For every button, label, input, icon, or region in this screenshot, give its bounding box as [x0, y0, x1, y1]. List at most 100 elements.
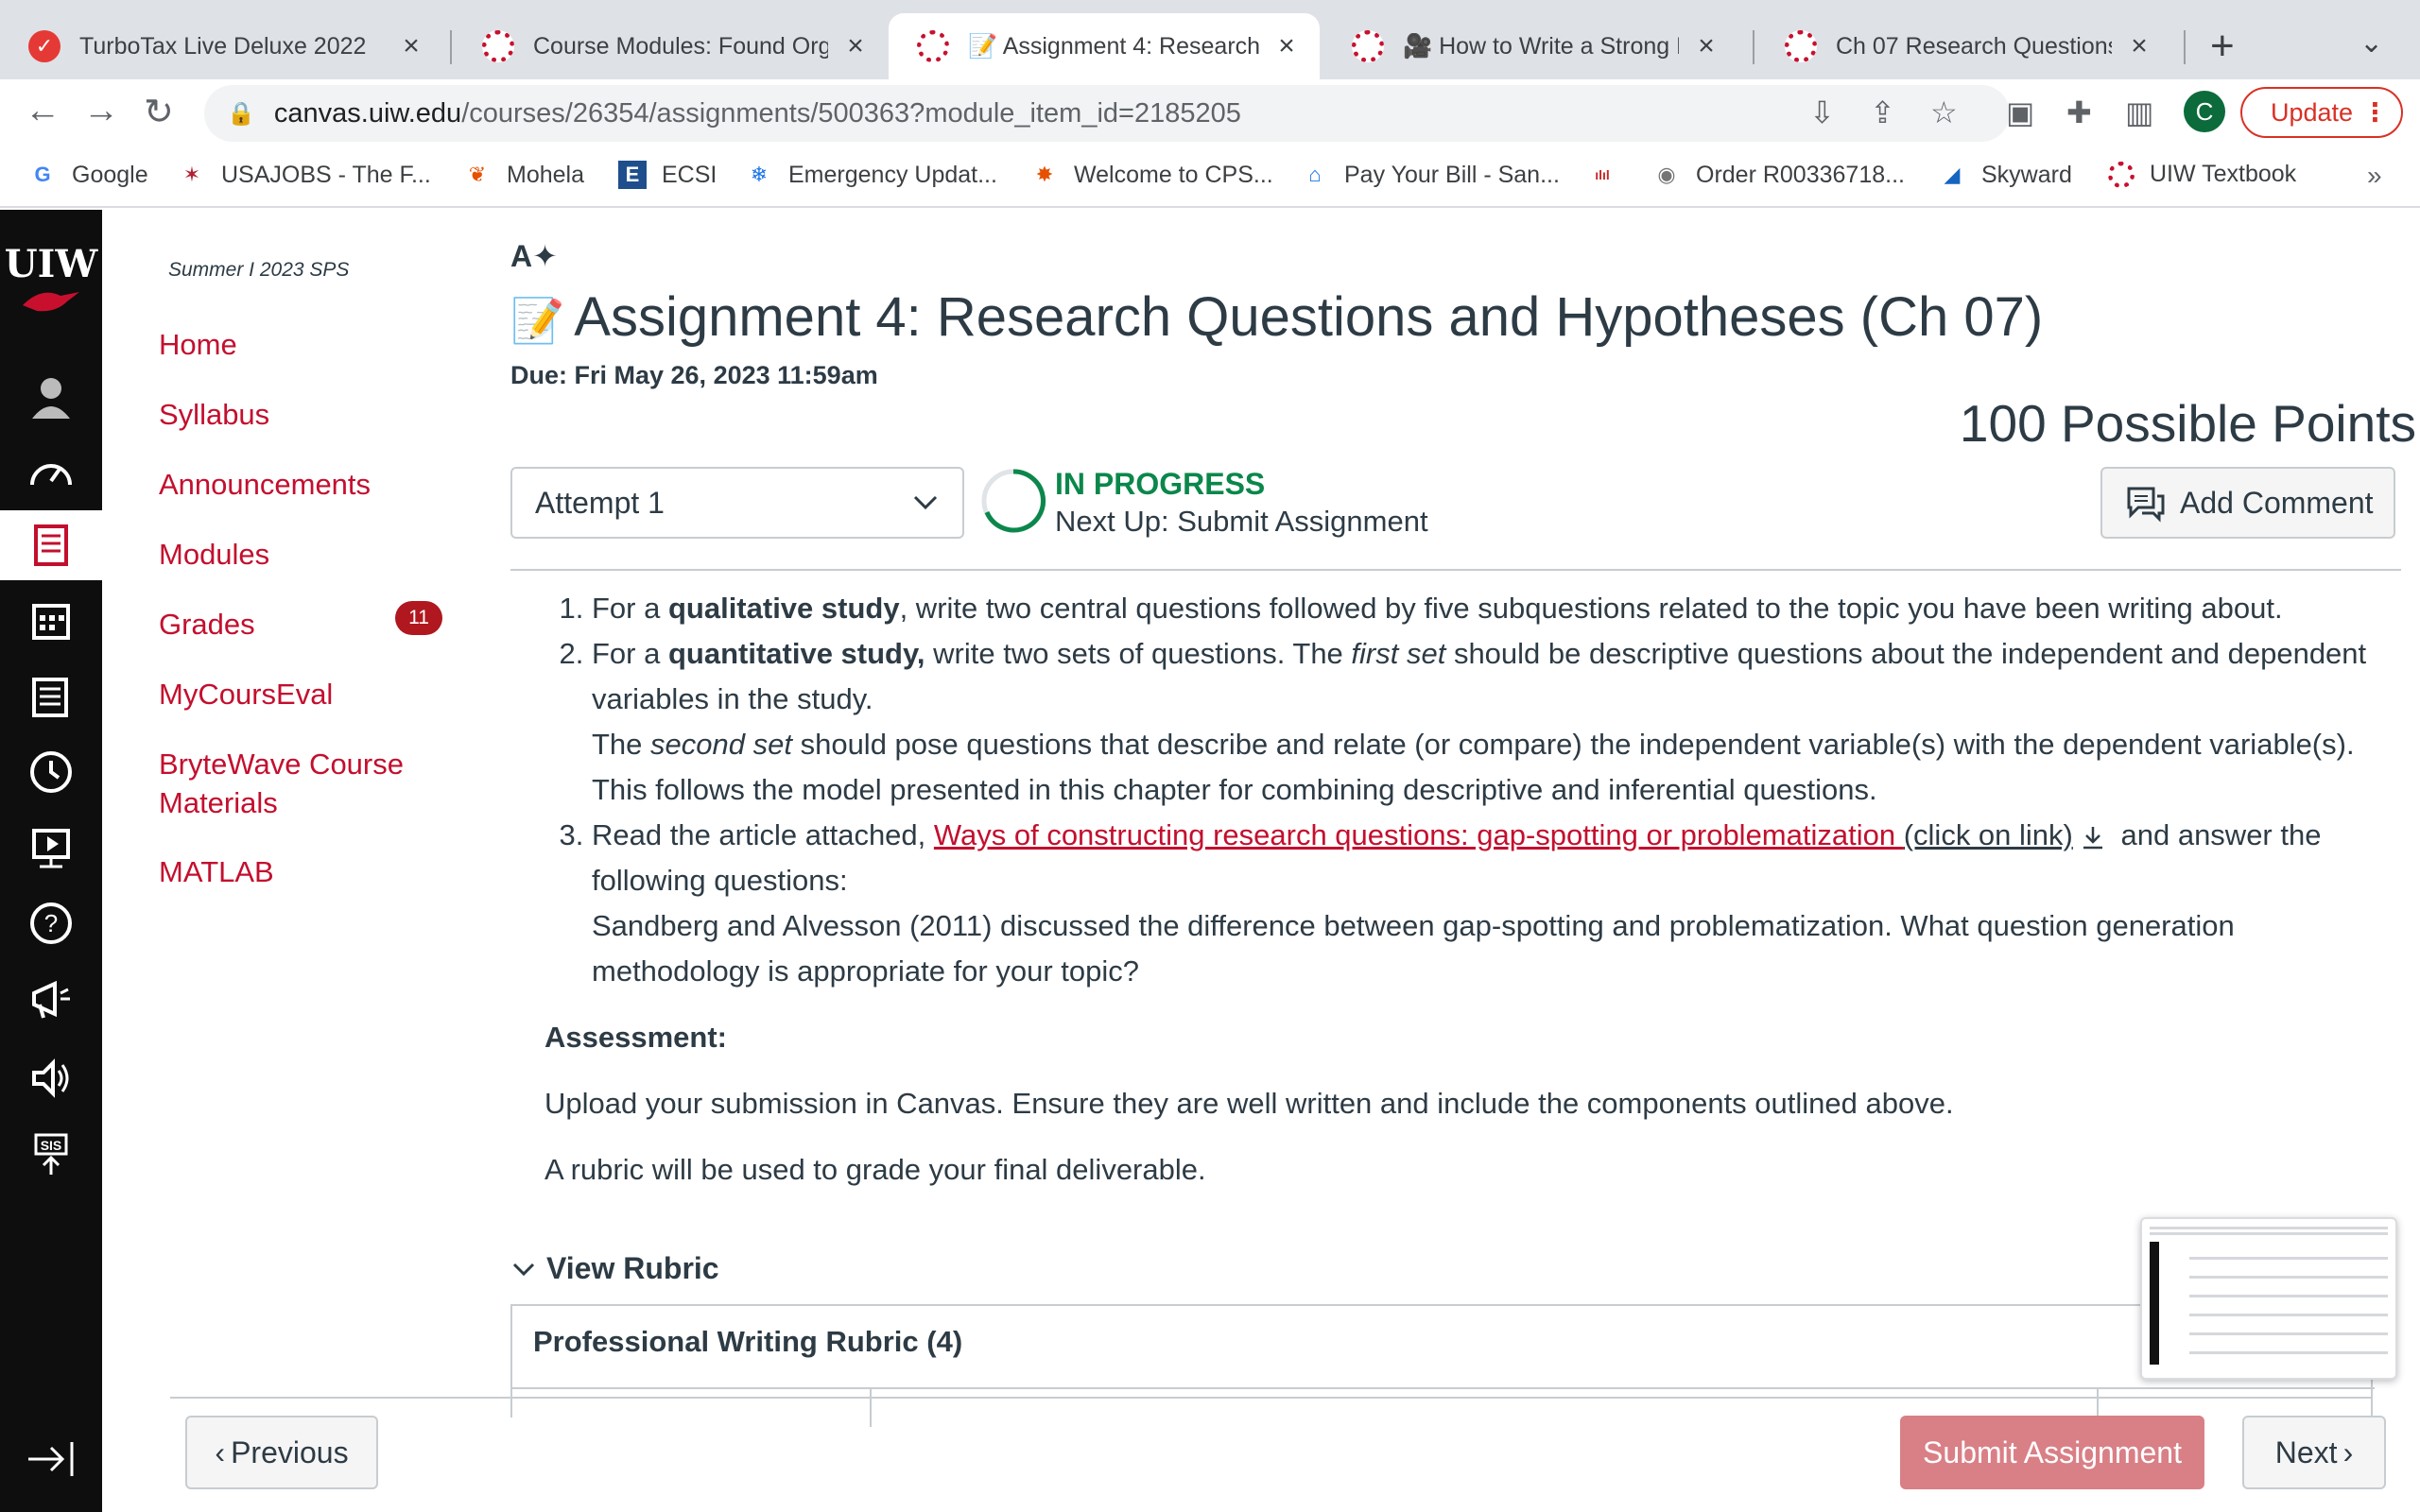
- download-icon[interactable]: [2079, 823, 2107, 851]
- tab-separator: [1753, 30, 1754, 64]
- history-clock-icon[interactable]: [0, 737, 102, 807]
- attempt-select[interactable]: Attempt 1: [510, 467, 964, 539]
- close-icon[interactable]: ×: [1272, 30, 1301, 62]
- courses-icon[interactable]: [0, 510, 102, 580]
- course-nav-announcements[interactable]: Announcements: [159, 465, 371, 504]
- browser-tab-active[interactable]: 📝 Assignment 4: Research C ×: [889, 13, 1320, 79]
- bookmark-star-icon[interactable]: ☆: [1930, 94, 1958, 130]
- thumbnail-line: [2189, 1332, 2388, 1335]
- chevron-down-icon[interactable]: ⌄: [2360, 26, 2383, 60]
- term-label: Summer I 2023 SPS: [168, 259, 350, 281]
- chevron-right-icon[interactable]: »: [2367, 161, 2382, 191]
- turbotax-check-icon: ✓: [28, 30, 60, 62]
- submit-assignment-button[interactable]: Submit Assignment: [1900, 1416, 2204, 1489]
- uiw-canvas-icon: [917, 30, 949, 62]
- back-icon[interactable]: ←: [25, 91, 60, 131]
- browser-tab[interactable]: Course Modules: Found Org F ×: [454, 13, 889, 79]
- inbox-icon[interactable]: [0, 662, 102, 731]
- bookmark-item[interactable]: ✸ Welcome to CPS...: [1030, 161, 1273, 189]
- bookmark-item[interactable]: E ECSI: [618, 161, 717, 189]
- course-nav-home[interactable]: Home: [159, 325, 237, 364]
- course-nav-matlab[interactable]: MATLAB: [159, 852, 274, 891]
- course-nav-mycourseval[interactable]: MyCoursEval: [159, 675, 333, 713]
- bookmark-item[interactable]: UIW Textbook: [2108, 161, 2296, 188]
- course-nav-grades[interactable]: Grades: [159, 605, 255, 644]
- bookmark-item[interactable]: G Google: [28, 161, 147, 189]
- bookmark-item[interactable]: ❄ Emergency Updat...: [745, 161, 997, 189]
- chevron-right-icon: ›: [2342, 1435, 2354, 1469]
- puzzle-icon[interactable]: ✚: [2066, 94, 2092, 130]
- browser-tab[interactable]: ✓ TurboTax Live Deluxe 2022 ×: [0, 13, 444, 79]
- uiw-canvas-icon: [2108, 161, 2135, 188]
- page-title: 📝 Assignment 4: Research Questions and Hy…: [510, 285, 2043, 349]
- sis-import-icon[interactable]: SIS: [0, 1119, 102, 1189]
- reload-icon[interactable]: ↻: [144, 91, 174, 133]
- share-icon[interactable]: ⇪: [1870, 94, 1895, 130]
- bookmark-label: UIW Textbook: [2150, 161, 2297, 187]
- assignment-description: For a qualitative study, write two centr…: [510, 586, 2401, 1193]
- instruction-item: For a qualitative study, write two centr…: [592, 586, 2401, 631]
- megaphone-icon[interactable]: [0, 964, 102, 1034]
- url-path: /courses/26354/assignments/500363?module…: [461, 97, 1241, 129]
- bookmark-label: ECSI: [662, 161, 717, 188]
- next-label: Next: [2274, 1435, 2338, 1469]
- account-icon[interactable]: [0, 361, 102, 431]
- immersive-reader-icon[interactable]: A✦: [510, 238, 558, 274]
- sidepanel-icon[interactable]: ▥: [2125, 94, 2153, 130]
- svg-text:?: ?: [44, 909, 58, 937]
- update-button[interactable]: Update ⋮: [2240, 87, 2403, 138]
- speaker-icon[interactable]: [0, 1043, 102, 1113]
- tab-title: Course Modules: Found Org F: [533, 32, 828, 60]
- forward-icon[interactable]: →: [83, 91, 119, 131]
- bookmark-label: Pay Your Bill - San...: [1344, 161, 1560, 188]
- uiw-logo[interactable]: UIW: [0, 242, 102, 315]
- bookmark-item[interactable]: ✶ USAJOBS - The F...: [178, 161, 431, 189]
- next-button[interactable]: Next ›: [2242, 1416, 2386, 1489]
- close-icon[interactable]: ×: [2125, 30, 2153, 62]
- instruction-item: Read the article attached, Ways of const…: [592, 813, 2401, 994]
- cisco-icon: ılıl: [1595, 167, 1610, 182]
- profile-avatar[interactable]: C: [2184, 91, 2225, 132]
- assignment-title-text: Assignment 4: Research Questions and Hyp…: [574, 286, 2044, 348]
- instruction-subparagraph: Sandberg and Alvesson (2011) discussed t…: [592, 909, 2235, 988]
- install-icon[interactable]: ⇩: [1809, 94, 1835, 130]
- add-comment-button[interactable]: Add Comment: [2100, 467, 2395, 539]
- browser-tab[interactable]: Ch 07 Research Questions ar ×: [1756, 13, 2172, 79]
- thumbnail-line: [2189, 1257, 2388, 1260]
- bookmark-item[interactable]: ◢ Skyward: [1938, 161, 2072, 189]
- screenshot-thumbnail[interactable]: [2140, 1217, 2397, 1380]
- course-nav-brytewave[interactable]: BryteWave Course Materials: [159, 745, 442, 822]
- previous-label: Previous: [231, 1435, 349, 1469]
- new-tab-icon[interactable]: +: [2210, 23, 2235, 70]
- attempt-value: Attempt 1: [535, 485, 665, 520]
- rubric-header-divider: [512, 1387, 2375, 1389]
- previous-button[interactable]: ‹ Previous: [185, 1416, 378, 1489]
- view-rubric-toggle[interactable]: View Rubric: [510, 1251, 719, 1286]
- bookmark-item[interactable]: ❦ Mohela: [463, 161, 584, 189]
- calendar-icon[interactable]: [0, 586, 102, 656]
- article-link[interactable]: Ways of constructing research questions:…: [934, 818, 1904, 851]
- commons-icon[interactable]: [0, 813, 102, 883]
- bookmark-item[interactable]: ılıl: [1588, 161, 1632, 189]
- collapse-nav-icon[interactable]: [26, 1440, 76, 1478]
- browser-tab[interactable]: 🎥 How to Write a Strong Hyp ×: [1323, 13, 1739, 79]
- logo-text: UIW: [4, 242, 98, 286]
- course-nav-syllabus[interactable]: Syllabus: [159, 395, 269, 434]
- svg-text:SIS: SIS: [41, 1138, 62, 1153]
- click-on-link[interactable]: (click on link): [1904, 818, 2073, 851]
- bookmark-item[interactable]: ⌂ Pay Your Bill - San...: [1301, 161, 1560, 189]
- cps-icon: ✸: [1035, 163, 1054, 186]
- close-icon[interactable]: ×: [1692, 30, 1720, 62]
- instructions-list: For a qualitative study, write two centr…: [592, 586, 2401, 994]
- course-nav-modules[interactable]: Modules: [159, 535, 269, 574]
- address-bar[interactable]: 🔒 canvas.uiw.edu/courses/26354/assignmen…: [204, 85, 2010, 142]
- view-rubric-label: View Rubric: [546, 1251, 719, 1285]
- dashboard-icon[interactable]: [0, 437, 102, 507]
- extension-icon[interactable]: ▣: [2006, 94, 2034, 130]
- tab-title: 🎥 How to Write a Strong Hyp: [1403, 32, 1679, 60]
- help-icon[interactable]: ?: [0, 888, 102, 958]
- close-icon[interactable]: ×: [397, 30, 425, 62]
- bookmark-label: USAJOBS - The F...: [221, 161, 431, 188]
- close-icon[interactable]: ×: [841, 30, 870, 62]
- bookmark-item[interactable]: ◉ Order R00336718...: [1652, 161, 1905, 189]
